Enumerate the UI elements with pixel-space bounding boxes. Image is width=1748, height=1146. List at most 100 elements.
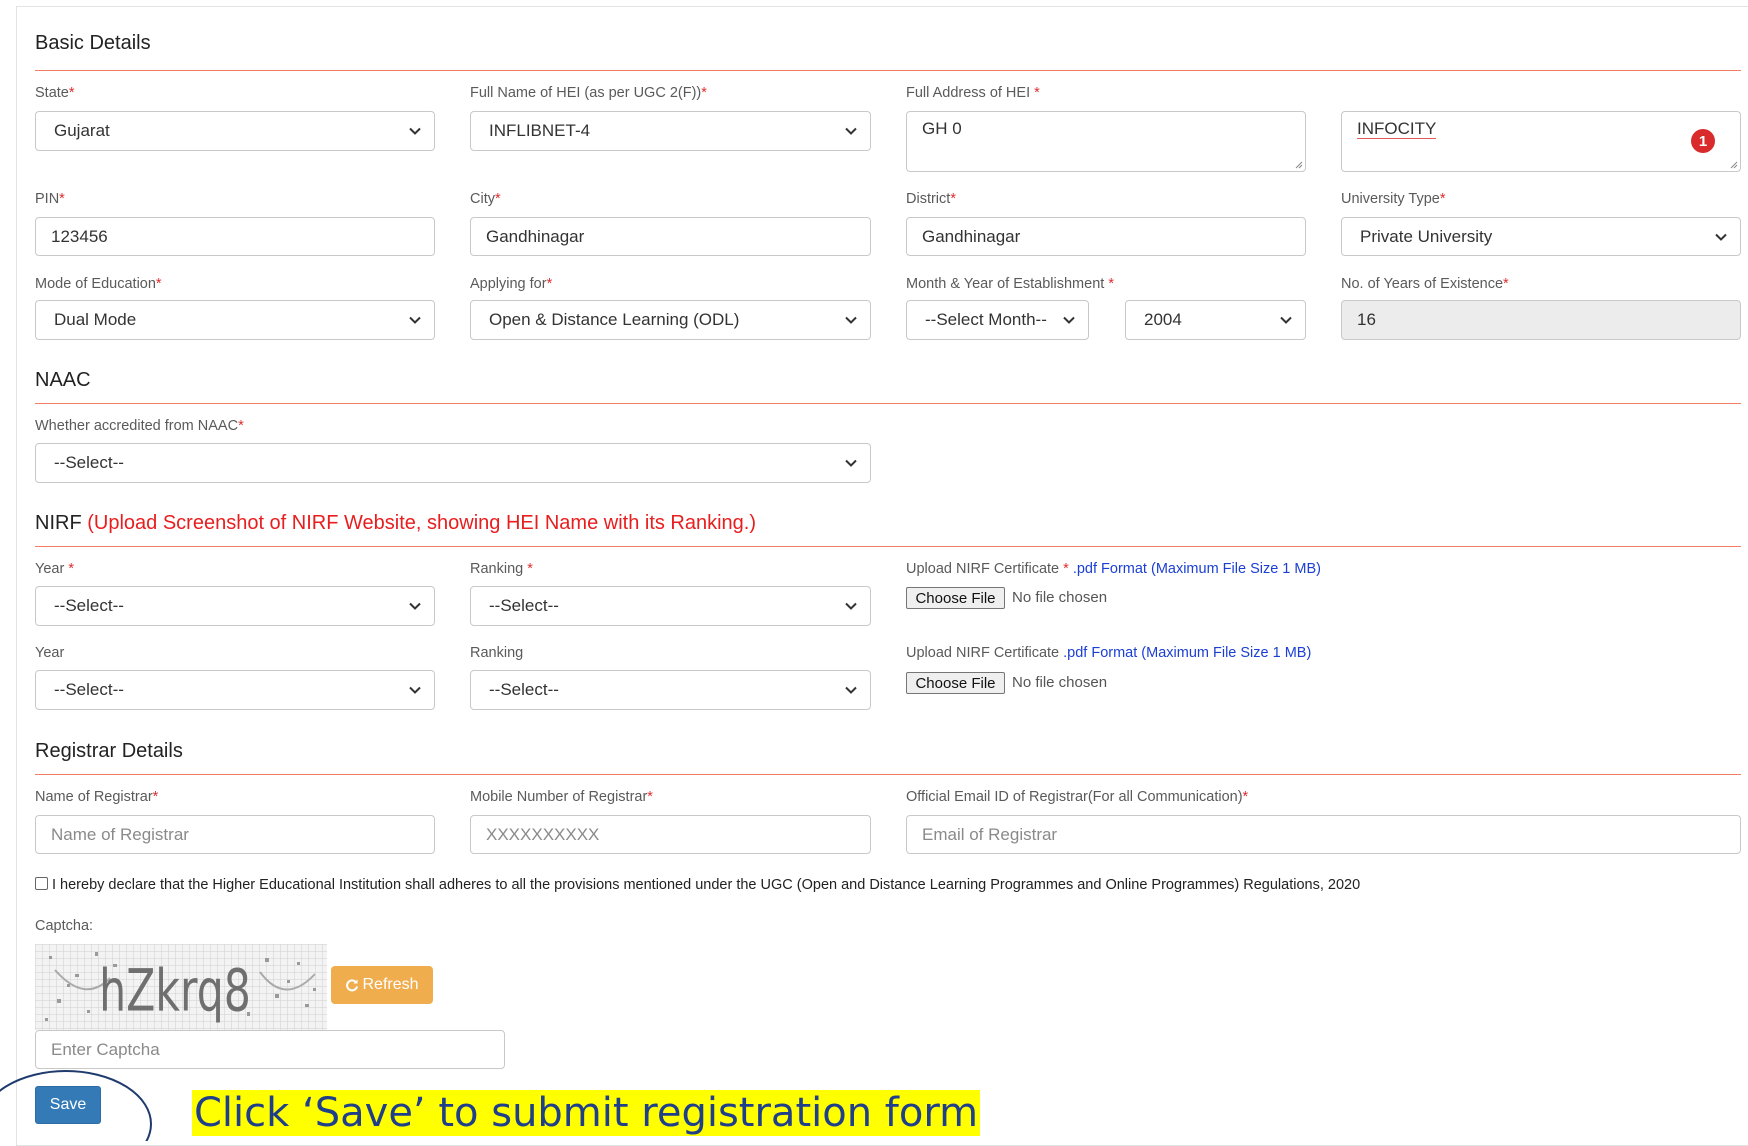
- nirf-year-label: Year *: [35, 561, 74, 577]
- chevron-down-icon: [845, 602, 857, 610]
- nirf-ranking-value: --Select--: [489, 596, 559, 615]
- save-highlight-circle: [0, 1070, 152, 1141]
- nirf-note: (Upload Screenshot of NIRF Website, show…: [87, 512, 757, 534]
- refresh-icon: [346, 979, 359, 992]
- naac-accredited-value: --Select--: [54, 453, 124, 472]
- refresh-label: Refresh: [362, 976, 419, 993]
- pin-value: 123456: [51, 226, 108, 246]
- university-type-label: University Type*: [1341, 191, 1446, 207]
- basic-details-title: Basic Details: [35, 32, 151, 54]
- no-file-chosen-text: No file chosen: [1012, 589, 1108, 606]
- address-line2-textarea[interactable]: INFOCITY: [1341, 111, 1741, 172]
- section-divider: [35, 774, 1741, 775]
- chevron-down-icon: [845, 127, 857, 135]
- hei-name-label: Full Name of HEI (as per UGC 2(F))*: [470, 85, 707, 101]
- district-label: District*: [906, 191, 956, 207]
- spelling-error-badge[interactable]: 1: [1691, 129, 1715, 153]
- choose-file-button[interactable]: Choose File: [906, 587, 1005, 609]
- state-value: Gujarat: [54, 121, 110, 140]
- establishment-year-value: 2004: [1144, 310, 1182, 329]
- city-label: City*: [470, 191, 501, 207]
- address-line1-value: GH 0: [922, 119, 962, 138]
- registrar-mobile-label: Mobile Number of Registrar*: [470, 789, 653, 805]
- district-value: Gandhinagar: [922, 226, 1021, 246]
- section-divider: [35, 70, 1741, 71]
- instruction-callout: Click ‘Save’ to submit registration form: [192, 1090, 981, 1136]
- chevron-down-icon: [409, 127, 421, 135]
- address-line1-textarea[interactable]: GH 0: [906, 111, 1306, 172]
- captcha-placeholder: Enter Captcha: [51, 1039, 160, 1059]
- registrar-name-placeholder: Name of Registrar: [51, 824, 189, 844]
- nirf-year-label: Year: [35, 645, 65, 661]
- address-line2-value: INFOCITY: [1357, 119, 1437, 139]
- naac-accredited-select[interactable]: --Select--: [35, 443, 871, 483]
- chevron-down-icon: [409, 686, 421, 694]
- university-type-value: Private University: [1360, 226, 1493, 246]
- establishment-month-select[interactable]: --Select Month--: [906, 300, 1089, 340]
- registrar-mobile-input[interactable]: XXXXXXXXXX: [470, 815, 871, 854]
- mode-of-education-select[interactable]: Dual Mode: [35, 300, 435, 340]
- years-of-existence-value: 16: [1357, 310, 1376, 329]
- registrar-name-input[interactable]: Name of Registrar: [35, 815, 435, 854]
- nirf-year-select[interactable]: --Select--: [35, 670, 435, 710]
- registrar-email-placeholder: Email of Registrar: [922, 824, 1058, 844]
- state-label: State*: [35, 85, 75, 101]
- registrar-details-title: Registrar Details: [35, 740, 183, 762]
- captcha-image: hZkrq8: [35, 944, 327, 1030]
- nirf-ranking-select[interactable]: --Select--: [470, 670, 871, 710]
- mode-of-education-value: Dual Mode: [54, 310, 137, 329]
- chevron-down-icon: [845, 316, 857, 324]
- declaration-checkbox[interactable]: [35, 877, 48, 890]
- naac-title: NAAC: [35, 369, 91, 391]
- establishment-label: Month & Year of Establishment *: [906, 276, 1114, 292]
- nirf-ranking-value: --Select--: [489, 680, 559, 699]
- chevron-down-icon: [1280, 316, 1292, 324]
- registrar-email-input[interactable]: Email of Registrar: [906, 815, 1741, 854]
- resize-grip-icon[interactable]: [1293, 159, 1303, 169]
- chevron-down-icon: [1063, 316, 1075, 324]
- nirf-year-value: --Select--: [54, 596, 124, 615]
- chevron-down-icon: [1715, 233, 1727, 241]
- university-type-select[interactable]: Private University: [1341, 217, 1741, 256]
- nirf-upload-label: Upload NIRF Certificate .pdf Format (Max…: [906, 645, 1312, 661]
- section-divider: [35, 546, 1741, 547]
- hei-name-value: INFLIBNET-4: [489, 121, 591, 140]
- establishment-year-select[interactable]: 2004: [1125, 300, 1306, 340]
- chevron-down-icon: [845, 686, 857, 694]
- district-input[interactable]: Gandhinagar: [906, 217, 1306, 256]
- nirf-ranking-label: Ranking *: [470, 561, 533, 577]
- nirf-ranking-select[interactable]: --Select--: [470, 586, 871, 626]
- nirf-title: NIRF (Upload Screenshot of NIRF Website,…: [35, 512, 757, 534]
- captcha-text: hZkrq8: [99, 958, 251, 1025]
- city-value: Gandhinagar: [486, 226, 585, 246]
- years-of-existence-label: No. of Years of Existence*: [1341, 276, 1509, 292]
- establishment-month-value: --Select Month--: [925, 310, 1047, 329]
- years-of-existence-input: 16: [1341, 300, 1741, 340]
- chevron-down-icon: [409, 316, 421, 324]
- applying-for-value: Open & Distance Learning (ODL): [489, 310, 740, 329]
- hei-name-select[interactable]: INFLIBNET-4: [470, 111, 871, 151]
- resize-grip-icon[interactable]: [1728, 159, 1738, 169]
- choose-file-button[interactable]: Choose File: [906, 672, 1005, 694]
- pin-input[interactable]: 123456: [35, 217, 435, 256]
- address-label: Full Address of HEI *: [906, 85, 1040, 101]
- city-input[interactable]: Gandhinagar: [470, 217, 871, 256]
- declaration-text: I hereby declare that the Higher Educati…: [52, 877, 1361, 893]
- applying-for-select[interactable]: Open & Distance Learning (ODL): [470, 300, 871, 340]
- refresh-captcha-button[interactable]: Refresh: [331, 966, 433, 1004]
- nirf-year-select[interactable]: --Select--: [35, 586, 435, 626]
- naac-accredited-label: Whether accredited from NAAC*: [35, 418, 244, 434]
- registrar-mobile-placeholder: XXXXXXXXXX: [486, 824, 600, 844]
- nirf-upload-label: Upload NIRF Certificate * .pdf Format (M…: [906, 561, 1321, 577]
- pin-label: PIN*: [35, 191, 65, 207]
- no-file-chosen-text: No file chosen: [1012, 674, 1108, 691]
- chevron-down-icon: [845, 459, 857, 467]
- captcha-label: Captcha:: [35, 918, 94, 934]
- state-select[interactable]: Gujarat: [35, 111, 435, 151]
- registrar-name-label: Name of Registrar*: [35, 789, 159, 805]
- section-divider: [35, 403, 1741, 404]
- nirf-ranking-label: Ranking: [470, 645, 524, 661]
- registrar-email-label: Official Email ID of Registrar(For all C…: [906, 789, 1249, 805]
- chevron-down-icon: [409, 602, 421, 610]
- applying-for-label: Applying for*: [470, 276, 553, 292]
